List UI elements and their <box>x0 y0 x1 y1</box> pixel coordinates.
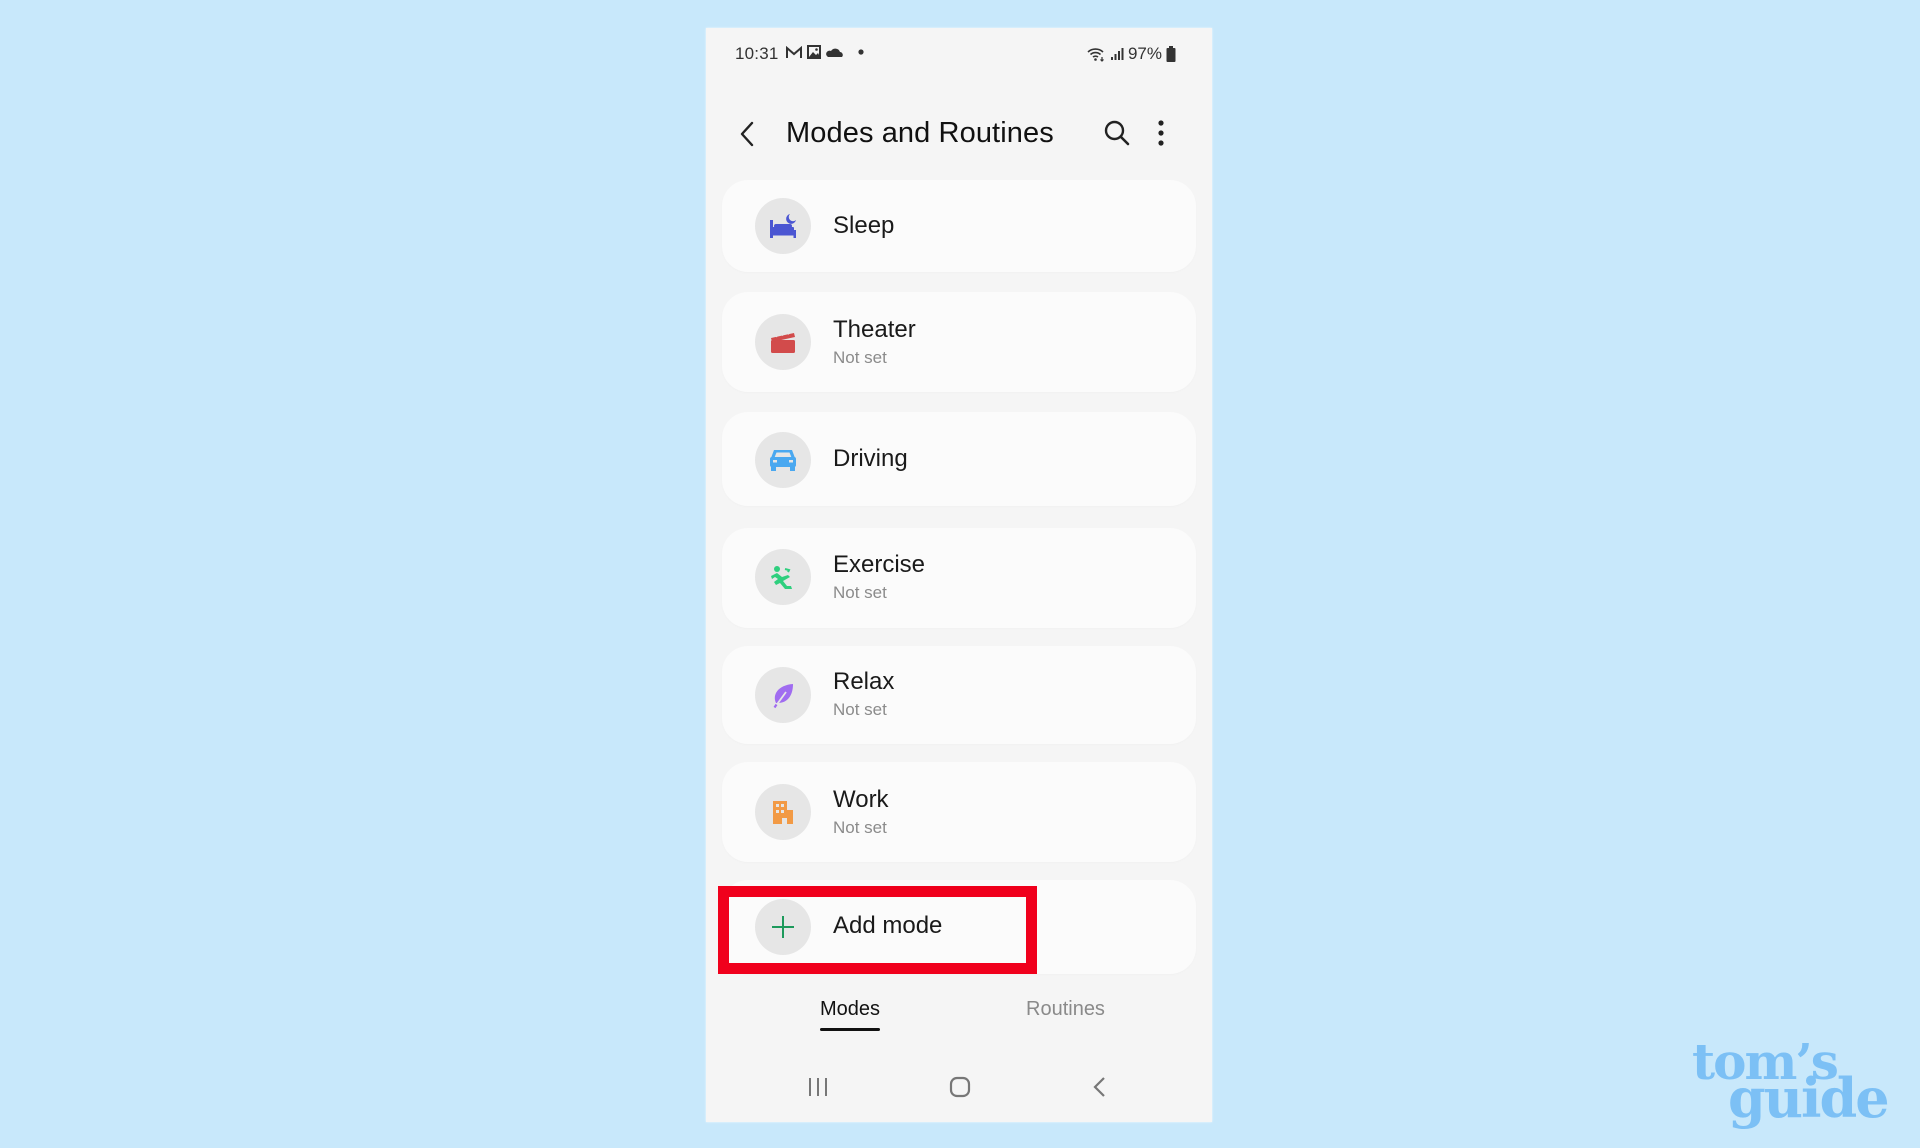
tab-routines[interactable]: Routines <box>1026 998 1105 1021</box>
mode-title: Driving <box>833 445 908 472</box>
clapperboard-icon <box>771 330 795 353</box>
mode-icon-circle <box>755 899 811 955</box>
battery-percent: 97% <box>1127 44 1162 63</box>
mode-status: Not set <box>833 818 887 837</box>
more-vert-icon[interactable] <box>1154 118 1168 148</box>
mode-status: Not set <box>833 348 887 367</box>
dot-icon <box>858 49 864 55</box>
back-icon[interactable] <box>1090 1076 1110 1098</box>
tab-label: Modes <box>820 998 881 1020</box>
gallery-icon <box>807 45 821 59</box>
bottom-tabs: Modes Routines <box>706 998 1212 1048</box>
mode-card-relax[interactable]: Relax Not set <box>722 646 1196 744</box>
add-mode-button[interactable]: Add mode <box>722 880 1196 974</box>
battery-icon <box>1166 46 1176 62</box>
bed-icon <box>770 214 796 238</box>
running-icon <box>771 566 792 589</box>
signal-icon <box>1110 48 1124 60</box>
mode-icon-circle <box>755 314 811 370</box>
mode-title: Work <box>833 786 889 813</box>
status-time: 10:31 <box>735 44 779 63</box>
recents-icon[interactable] <box>806 1076 830 1098</box>
wifi-icon <box>1087 48 1104 62</box>
mode-icon-circle <box>755 432 811 488</box>
tab-label: Routines <box>1026 998 1105 1020</box>
mode-card-exercise[interactable]: Exercise Not set <box>722 528 1196 628</box>
mode-title: Theater <box>833 316 916 343</box>
mode-status: Not set <box>833 583 887 602</box>
car-icon <box>770 450 796 471</box>
logo-line1: tom’s <box>1692 1032 1839 1091</box>
plus-icon <box>772 916 794 938</box>
mode-title: Sleep <box>833 212 895 239</box>
notification-icons <box>786 45 867 59</box>
search-icon[interactable] <box>1102 118 1132 148</box>
toms-guide-logo: tom’s guide <box>1690 1032 1890 1130</box>
system-nav-bar <box>706 1068 1212 1108</box>
mode-title: Exercise <box>833 551 926 578</box>
mode-icon-circle <box>755 198 811 254</box>
mode-card-sleep[interactable]: Sleep <box>722 180 1196 272</box>
tab-modes[interactable]: Modes <box>820 998 881 1031</box>
home-icon[interactable] <box>948 1076 972 1098</box>
mode-card-work[interactable]: Work Not set <box>722 762 1196 862</box>
add-mode-label: Add mode <box>833 912 943 939</box>
chevron-left-icon[interactable] <box>736 120 760 148</box>
app-bar: Modes and Routines <box>706 106 1212 162</box>
mode-title: Relax <box>833 668 895 695</box>
leaf-icon <box>773 684 793 709</box>
status-bar: 10:31 97% <box>706 28 1212 78</box>
cloud-icon <box>826 48 843 57</box>
mode-card-driving[interactable]: Driving <box>722 412 1196 506</box>
mode-icon-circle <box>755 549 811 605</box>
mode-status: Not set <box>833 700 887 719</box>
system-status: 97% <box>1086 44 1176 64</box>
building-icon <box>773 801 793 824</box>
gmail-icon <box>786 45 802 58</box>
mode-card-theater[interactable]: Theater Not set <box>722 292 1196 392</box>
mode-icon-circle <box>755 784 811 840</box>
phone-screen: 10:31 97% Modes and Routines Sleep Theat… <box>706 28 1212 1122</box>
page-title: Modes and Routines <box>786 117 1054 149</box>
active-tab-indicator <box>820 1028 881 1031</box>
logo-line2: guide <box>1728 1066 1890 1130</box>
mode-icon-circle <box>755 667 811 723</box>
